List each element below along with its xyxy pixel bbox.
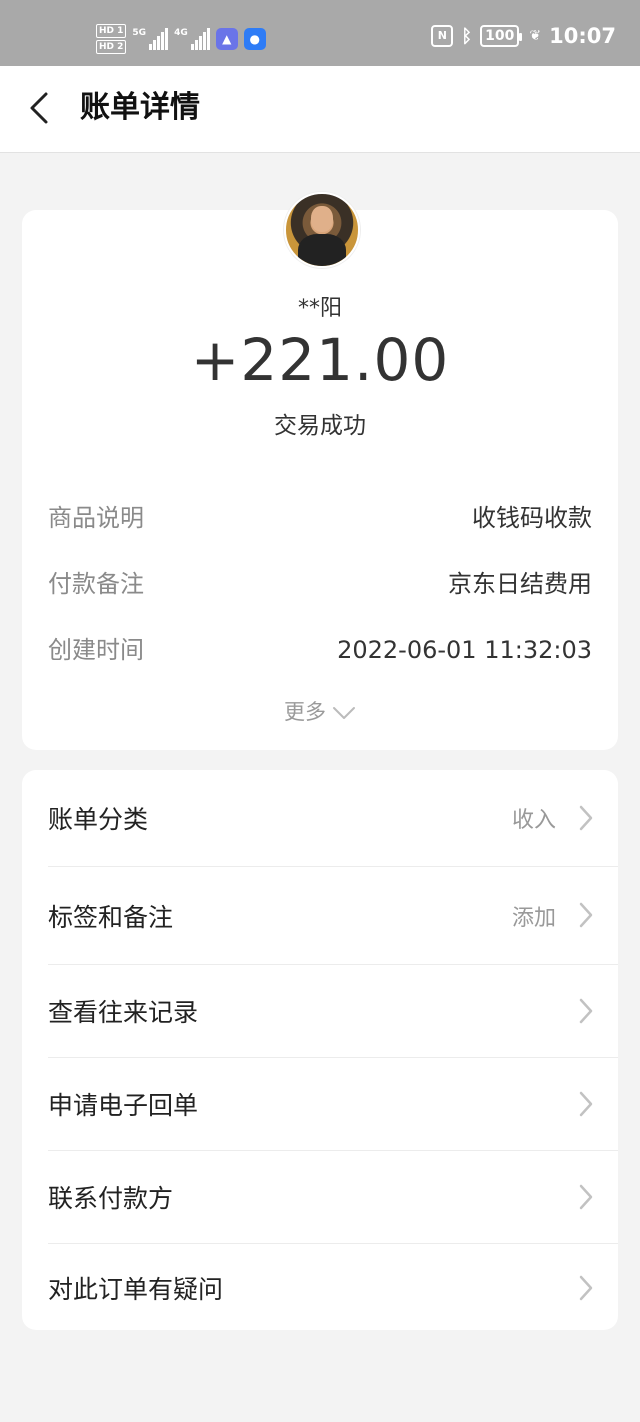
signal-5g-icon: 5G: [132, 28, 169, 50]
menu-item-value: 收入: [511, 808, 556, 833]
chevron-right-icon: [579, 902, 593, 928]
bluetooth-icon: ᛒ: [461, 25, 473, 47]
back-button[interactable]: [26, 90, 62, 126]
chevron-right-icon: [579, 1184, 593, 1210]
clock-time: 10:07: [549, 24, 616, 48]
chevron-right-icon: [579, 805, 593, 831]
sim-indicators: HD 1 HD 2: [96, 24, 127, 54]
status-bar-right: N ᛒ 100 ❦ 10:07: [431, 24, 616, 48]
status-bar: HD 1 HD 2 5G 4G ▲ ● N ᛒ 100 ❦ 10:07: [0, 0, 640, 66]
more-label: 更多: [284, 700, 326, 724]
menu-item-label: 标签和备注: [48, 903, 174, 932]
back-chevron-icon: [30, 92, 48, 124]
menu-item-e-receipt[interactable]: 申请电子回单: [22, 1058, 618, 1150]
chevron-right-icon: [579, 1091, 593, 1117]
menu-item-order-question[interactable]: 对此订单有疑问: [22, 1244, 618, 1330]
battery-icon: 100: [480, 25, 523, 47]
detail-label: 付款备注: [48, 570, 144, 598]
sim1-badge: HD 1: [96, 24, 127, 38]
menu-item-bill-category[interactable]: 账单分类 收入: [22, 770, 618, 866]
detail-row-created-time: 创建时间 2022-06-01 11:32:03: [48, 630, 592, 670]
menu-item-label: 账单分类: [48, 805, 149, 834]
transaction-status: 交易成功: [274, 413, 366, 439]
chevron-right-icon: [579, 1275, 593, 1301]
menu-item-transaction-history[interactable]: 查看往来记录: [22, 965, 618, 1057]
education-app-icon: ▲: [215, 28, 238, 50]
actions-card: 账单分类 收入 标签和备注 添加 查看往来记录 申请电子回单 联系付款方 对此订…: [22, 770, 618, 1330]
menu-item-tags-notes[interactable]: 标签和备注 添加: [22, 867, 618, 964]
leaf-icon: ❦: [529, 28, 542, 44]
menu-item-contact-payer[interactable]: 联系付款方: [22, 1151, 618, 1243]
detail-value: 收钱码收款: [472, 504, 592, 532]
lightbulb-app-icon: ●: [243, 28, 266, 50]
menu-item-label: 查看往来记录: [48, 998, 199, 1027]
nfc-icon: N: [431, 25, 454, 47]
page-title: 账单详情: [80, 90, 200, 125]
more-button[interactable]: 更多: [22, 696, 618, 726]
detail-label: 商品说明: [48, 504, 144, 532]
chevron-right-icon: [579, 998, 593, 1024]
status-bar-left: HD 1 HD 2 5G 4G ▲ ●: [96, 20, 266, 58]
detail-label: 创建时间: [48, 636, 144, 664]
detail-value: 2022-06-01 11:32:03: [337, 636, 592, 664]
signal-4g-icon: 4G: [174, 28, 210, 50]
menu-item-value: 添加: [511, 906, 556, 931]
sim2-badge: HD 2: [96, 40, 127, 54]
avatar[interactable]: [284, 192, 360, 268]
transaction-amount: +221.00: [190, 326, 450, 394]
detail-row-remark: 付款备注 京东日结费用: [48, 564, 592, 604]
menu-item-label: 对此订单有疑问: [48, 1275, 224, 1304]
menu-item-label: 联系付款方: [48, 1184, 174, 1213]
detail-value: 京东日结费用: [448, 570, 592, 598]
chevron-down-icon: [333, 707, 355, 719]
transaction-card: **阳 +221.00 交易成功 商品说明 收钱码收款 付款备注 京东日结费用 …: [22, 192, 618, 750]
menu-item-label: 申请电子回单: [48, 1091, 199, 1120]
detail-row-product: 商品说明 收钱码收款: [48, 498, 592, 538]
page-header: 账单详情: [0, 66, 640, 153]
payer-name: **阳: [297, 296, 342, 321]
